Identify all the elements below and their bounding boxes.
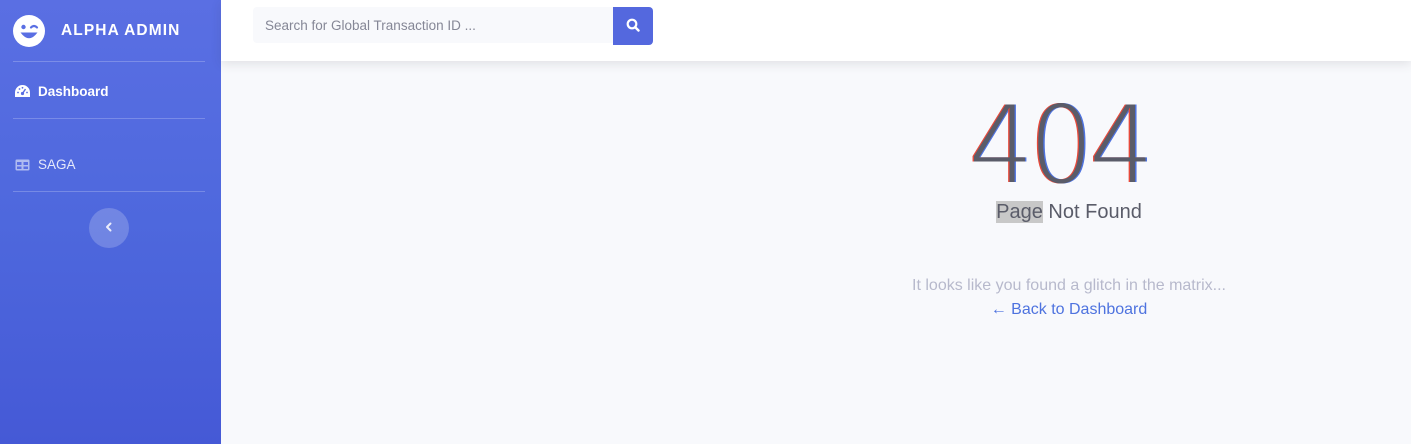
search-icon: [626, 18, 640, 35]
brand-name: ALPHA ADMIN: [61, 21, 181, 39]
sidebar-item-saga[interactable]: SAGA: [14, 156, 76, 173]
tachometer-icon: [14, 83, 31, 100]
back-to-dashboard-link-wrap: ← Back to Dashboard: [221, 301, 1411, 319]
sidebar: ALPHA ADMIN Dashboard SAGA: [0, 0, 221, 444]
sidebar-item-label: Dashboard: [38, 84, 109, 99]
search-bar: [253, 7, 653, 45]
topbar: [221, 0, 1411, 61]
error-code: 404: [969, 84, 1154, 207]
glitch-text: It looks like you found a glitch in the …: [912, 277, 1226, 294]
error-message-rest: Not Found: [1042, 201, 1142, 223]
error-message: Page Not Found: [221, 201, 1411, 224]
laughing-wink-icon: [12, 14, 46, 48]
chevron-left-icon: [104, 219, 114, 237]
search-input[interactable]: [253, 7, 613, 43]
back-to-dashboard-link[interactable]: ← Back to Dashboard: [991, 301, 1148, 318]
sidebar-divider: [13, 118, 205, 119]
sidebar-item-label: SAGA: [38, 157, 76, 172]
sidebar-divider: [13, 61, 205, 62]
sidebar-divider: [13, 191, 205, 192]
sidebar-item-dashboard[interactable]: Dashboard: [14, 83, 109, 100]
sidebar-toggle-button[interactable]: [89, 208, 129, 248]
table-icon: [14, 156, 31, 173]
search-button[interactable]: [613, 7, 653, 45]
error-message-highlight: Page: [996, 201, 1043, 223]
brand[interactable]: ALPHA ADMIN: [0, 0, 221, 61]
main-content: 404 Page Not Found It looks like you fou…: [221, 61, 1411, 444]
